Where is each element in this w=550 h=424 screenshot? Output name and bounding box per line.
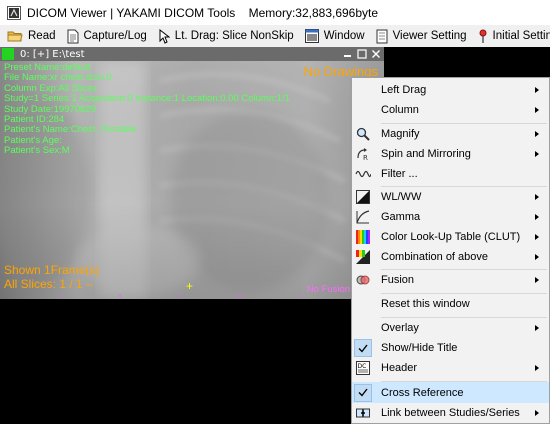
menu-item-label: Left Drag (381, 84, 427, 96)
menu-item-combination[interactable]: Combination of above (352, 247, 549, 267)
submenu-arrow-icon (535, 365, 539, 371)
menu-item-wlww[interactable]: WL/WW (352, 187, 549, 207)
menu-item-magnify[interactable]: Magnify (352, 124, 549, 144)
viewer-window-header: 0: [+] E:\test (0, 47, 384, 61)
menu-item-label: Spin and Mirroring (381, 148, 471, 160)
window-label: Window (323, 30, 365, 42)
checkmark-icon (354, 339, 372, 357)
settings-page-icon (376, 29, 388, 43)
link-icon (355, 405, 371, 421)
menu-item-gamma[interactable]: Gamma (352, 207, 549, 227)
menu-item-label: Gamma (381, 211, 421, 223)
menu-item-link-studies-series[interactable]: Link between Studies/Series (352, 403, 549, 423)
submenu-arrow-icon (535, 107, 539, 113)
left-drag-button[interactable]: Lt. Drag: Slice NonSkip (151, 25, 298, 47)
menu-item-left-drag[interactable]: Left Drag (352, 80, 549, 100)
menu-item-filter[interactable]: Filter ... (352, 164, 549, 184)
submenu-arrow-icon (535, 151, 539, 157)
capture-log-button[interactable]: Capture/Log (60, 25, 151, 47)
patient-sex-line: Patient's Sex:M (4, 145, 70, 157)
memory-readout: Memory:32,883,696byte (248, 5, 379, 20)
document-icon (67, 29, 78, 43)
crosshair-marker: + (186, 279, 194, 293)
menu-item-clut[interactable]: Color Look-Up Table (CLUT) (352, 227, 549, 247)
menu-item-label: Overlay (381, 322, 419, 334)
menu-item-overlay[interactable]: Overlay (352, 318, 549, 338)
maximize-icon[interactable] (356, 48, 367, 59)
menu-item-label: Fusion (381, 274, 415, 286)
menu-item-header[interactable]: DC Header (352, 358, 549, 378)
left-drag-label: Lt. Drag: Slice NonSkip (174, 30, 294, 42)
submenu-arrow-icon (535, 87, 539, 93)
menu-item-label: Color Look-Up Table (CLUT) (381, 231, 521, 243)
submenu-arrow-icon (535, 277, 539, 283)
image-viewer[interactable]: 0: [+] E:\test Preset Name:default File … (0, 47, 384, 299)
cursor-icon (159, 28, 170, 44)
menu-item-label: Cross Reference (381, 386, 464, 399)
menu-item-column[interactable]: Column (352, 100, 549, 120)
submenu-arrow-icon (535, 234, 539, 240)
viewer-setting-button[interactable]: Viewer Setting (369, 25, 471, 47)
clut-icon (355, 229, 371, 245)
checkmark-icon (354, 383, 372, 402)
menu-item-spin-mirroring[interactable]: R Spin and Mirroring (352, 144, 549, 164)
active-window-indicator[interactable] (2, 48, 14, 60)
folder-icon (7, 31, 23, 42)
minimize-icon[interactable] (342, 48, 353, 59)
read-label: Read (28, 30, 56, 42)
read-button[interactable]: Read (0, 25, 60, 47)
magnify-icon (355, 126, 371, 142)
submenu-arrow-icon (535, 214, 539, 220)
menu-item-label: Magnify (381, 128, 420, 140)
capture-log-label: Capture/Log (83, 30, 147, 42)
menu-item-label: Column (381, 104, 419, 116)
submenu-arrow-icon (535, 254, 539, 260)
initial-setting-button[interactable]: Initial Setting (471, 25, 550, 47)
app-title: DICOM Viewer | YAKAMI DICOM Tools (27, 5, 236, 20)
menu-item-label: WL/WW (381, 191, 422, 203)
menu-item-reset-window[interactable]: Reset this window (352, 294, 549, 314)
submenu-arrow-icon (535, 131, 539, 137)
menu-item-label: Filter ... (381, 168, 418, 180)
gamma-curve-icon (355, 209, 371, 225)
all-slices-label: All Slices: 1 / 1 – (4, 277, 93, 291)
menu-item-label: Link between Studies/Series (381, 407, 520, 419)
menu-item-fusion[interactable]: Fusion (352, 270, 549, 290)
app-icon (7, 5, 21, 20)
close-icon[interactable] (370, 48, 381, 59)
dicom-info-overlay: Preset Name:default File Name:xr chest.d… (4, 62, 290, 157)
svg-text:DC: DC (358, 363, 367, 370)
shown-frames-label: Shown 1Frame(s) (4, 263, 100, 277)
menu-item-label: Show/Hide Title (381, 342, 458, 354)
fusion-icon (355, 272, 371, 288)
initial-setting-label: Initial Setting (492, 30, 550, 42)
frame-info-overlay: Shown 1Frame(s) All Slices: 1 / 1 – (4, 263, 99, 291)
viewer-window-label: 0: [+] E:\test (20, 48, 85, 60)
svg-text:R: R (363, 154, 368, 162)
pin-icon (479, 29, 487, 43)
combination-icon (355, 249, 371, 265)
menu-item-cross-reference[interactable]: Cross Reference (352, 382, 549, 403)
spin-icon: R (355, 146, 371, 162)
submenu-arrow-icon (535, 194, 539, 200)
menu-item-label: Combination of above (381, 251, 489, 263)
menu-item-show-hide-title[interactable]: Show/Hide Title (352, 338, 549, 358)
filter-wave-icon (355, 166, 371, 182)
submenu-arrow-icon (535, 325, 539, 331)
wlww-icon (355, 189, 371, 205)
menu-item-label: Header (381, 362, 418, 374)
header-icon: DC (355, 360, 371, 376)
context-menu: Left Drag Column Magnify R Spin and Mirr… (351, 77, 550, 424)
viewer-setting-label: Viewer Setting (392, 30, 467, 42)
window-icon (304, 29, 319, 43)
window-title: DICOM Viewer | YAKAMI DICOM Tools Memory… (27, 6, 378, 20)
menu-item-label: Reset this window (381, 298, 470, 310)
toolbar: Read Capture/Log Lt. Drag: Slice NonSkip… (0, 25, 550, 47)
window-button[interactable]: Window (298, 25, 369, 47)
submenu-arrow-icon (535, 410, 539, 416)
title-bar: DICOM Viewer | YAKAMI DICOM Tools Memory… (0, 0, 550, 25)
